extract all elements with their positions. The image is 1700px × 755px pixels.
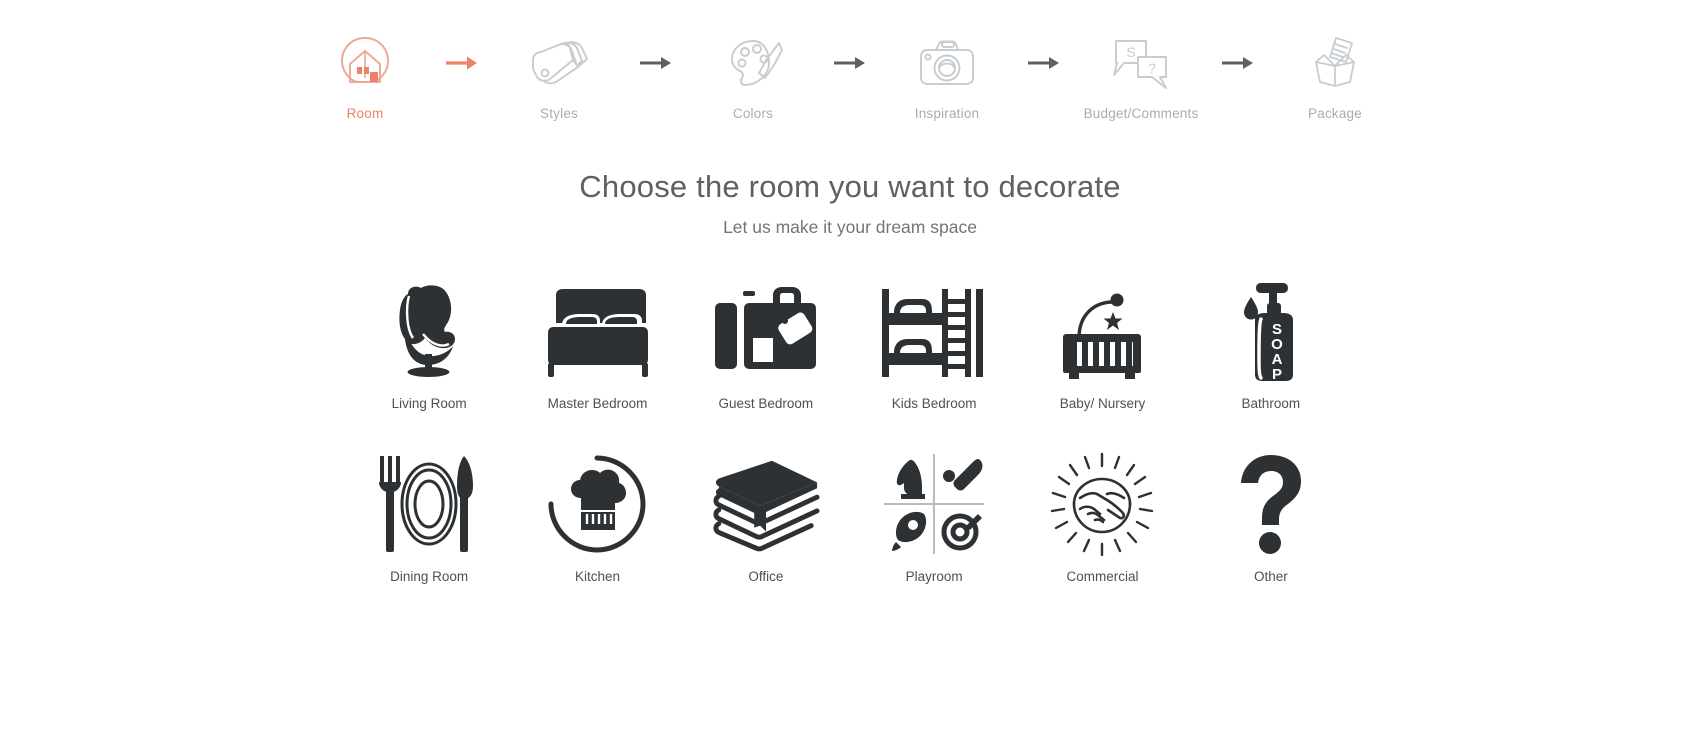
open-box-icon [1306,32,1364,94]
room-option-baby-nursery[interactable]: Baby/ Nursery [1018,280,1186,411]
arrow-right-icon-4 [1013,32,1075,94]
page-title: Choose the room you want to decorate [579,169,1121,204]
arrow-right-icon-1 [431,32,493,94]
room-option-kitchen[interactable]: Kitchen [513,453,681,584]
step-label: Colors [732,106,774,121]
svg-text:?: ? [1148,60,1156,76]
room-option-master-bedroom[interactable]: Master Bedroom [513,280,681,411]
step-label: Room [346,106,384,121]
room-label: Office [748,569,784,584]
handshake-icon [1047,452,1157,556]
headings-block: Choose the room you want to decorate Let… [0,169,1700,238]
svg-text:S: S [1126,44,1135,60]
room-label: Commercial [1066,569,1139,584]
fabric-swatch-icon [528,32,590,94]
soap-dispenser-icon: S O A P [1216,280,1326,383]
camera-icon [916,32,978,94]
house-in-circle-icon [336,32,394,94]
room-label: Playroom [905,569,963,584]
room-label: Bathroom [1241,396,1301,411]
room-label: Living Room [391,396,467,411]
double-bed-icon [542,280,652,382]
step-styles[interactable]: Styles [493,32,625,121]
page-subtitle: Let us make it your dream space [723,217,977,237]
egg-chair-icon [374,280,484,382]
room-option-living-room[interactable]: Living Room [345,280,513,411]
step-inspiration[interactable]: Inspiration [881,32,1013,121]
room-label: Master Bedroom [547,396,648,411]
chef-hat-icon [542,453,652,555]
room-option-guest-bedroom[interactable]: Guest Bedroom [682,280,850,411]
room-option-commercial[interactable]: Commercial [1018,452,1186,584]
step-label: Inspiration [914,106,980,121]
room-option-playroom[interactable]: Playroom [850,453,1018,584]
room-option-office[interactable]: Office [682,453,850,584]
crib-icon [1047,280,1157,382]
arrow-right-icon-2 [625,32,687,94]
room-label: Guest Bedroom [718,396,814,411]
room-option-other[interactable]: Other [1187,453,1355,584]
step-room[interactable]: Room [299,32,431,121]
room-option-bathroom[interactable]: S O A P Bathroom [1187,280,1355,411]
question-mark-icon [1216,453,1326,555]
room-label: Kitchen [574,569,620,584]
step-label: Styles [540,106,578,121]
plate-fork-knife-icon [374,453,484,555]
room-grid: Living Room Master Bedroom Guest Bedroom… [345,280,1355,584]
room-label: Baby/ Nursery [1059,396,1146,411]
step-budget-comments[interactable]: S ? Budget/Comments [1075,32,1207,121]
speech-bubbles-icon: S ? [1108,32,1174,94]
step-label: Budget/Comments [1083,106,1199,121]
paint-palette-icon [723,32,783,94]
room-label: Kids Bedroom [891,396,977,411]
book-stack-icon [711,453,821,555]
room-option-kids-bedroom[interactable]: Kids Bedroom [850,280,1018,411]
svg-text:P: P [1272,366,1282,383]
arrow-right-icon-3 [819,32,881,94]
step-package[interactable]: Package [1269,32,1401,121]
toys-quadrant-icon [879,453,989,555]
room-selection-page: Room Styles Colors Inspiration S ? Budge… [0,0,1700,755]
bunk-bed-icon [879,280,989,382]
room-label: Dining Room [390,569,469,584]
step-label: Package [1308,106,1362,121]
room-option-dining-room[interactable]: Dining Room [345,453,513,584]
progress-stepper: Room Styles Colors Inspiration S ? Budge… [0,0,1700,121]
arrow-right-icon-5 [1207,32,1269,94]
room-label: Other [1253,569,1288,584]
suitcase-icon [711,280,821,382]
step-colors[interactable]: Colors [687,32,819,121]
